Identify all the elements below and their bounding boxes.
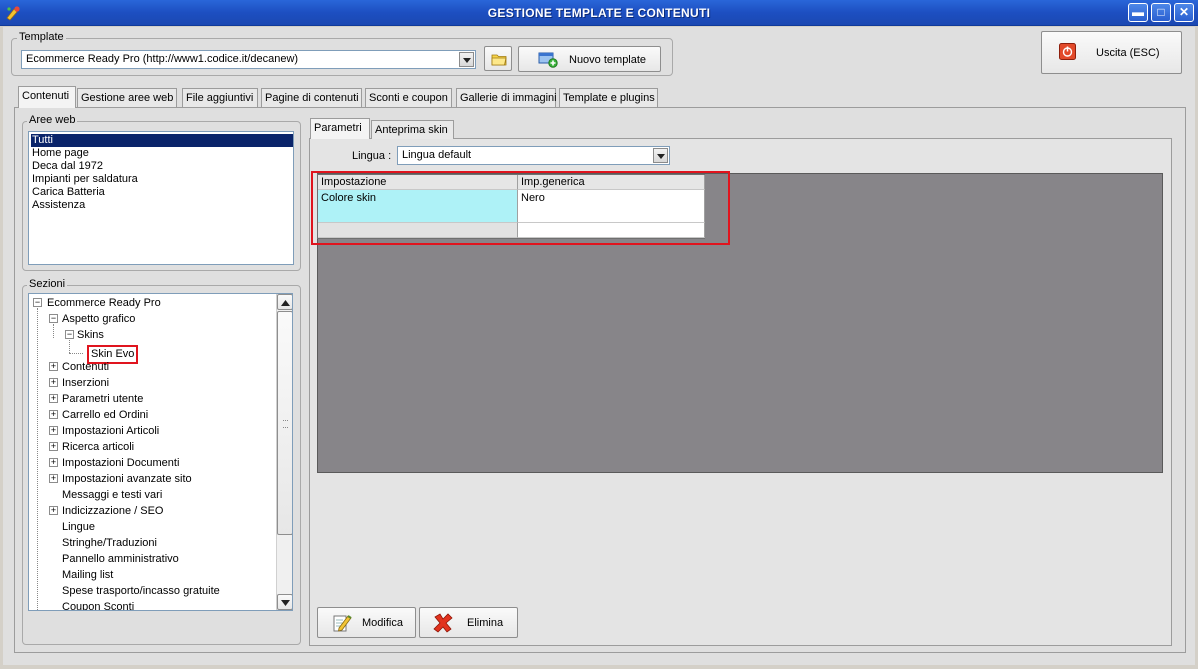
- elimina-button[interactable]: Elimina: [419, 607, 518, 638]
- tree-node-label: Inserzioni: [62, 377, 110, 389]
- expand-icon[interactable]: +: [49, 506, 58, 515]
- scroll-thumb[interactable]: [277, 311, 292, 535]
- sezioni-tree[interactable]: − Ecommerce Ready Pro − Aspetto grafico …: [28, 293, 293, 611]
- expand-icon[interactable]: +: [49, 394, 58, 403]
- exit-button[interactable]: Uscita (ESC): [1041, 31, 1182, 74]
- template-select-value: Ecommerce Ready Pro (http://www1.codice.…: [26, 53, 299, 65]
- aree-web-label: Aree web: [27, 114, 78, 126]
- list-item[interactable]: Impianti per saldatura: [31, 173, 138, 186]
- maximize-button[interactable]: □: [1151, 3, 1171, 22]
- open-folder-button[interactable]: [484, 46, 512, 71]
- expand-icon[interactable]: +: [49, 458, 58, 467]
- add-window-icon: [538, 52, 558, 68]
- expand-icon[interactable]: +: [49, 442, 58, 451]
- grip-icon: [283, 420, 288, 428]
- subtab-anteprima-skin[interactable]: Anteprima skin: [371, 120, 454, 139]
- tab-file-aggiuntivi[interactable]: File aggiuntivi: [182, 88, 258, 107]
- tab-template-e-plugins[interactable]: Template e plugins: [559, 88, 658, 107]
- expand-icon[interactable]: +: [49, 426, 58, 435]
- power-icon: [1059, 43, 1076, 60]
- minimize-button[interactable]: ▬: [1128, 3, 1148, 22]
- title-bar: GESTIONE TEMPLATE E CONTENUTI ▬ □ ✕: [0, 0, 1198, 26]
- tree-node-label: Lingue: [62, 521, 96, 533]
- collapse-icon[interactable]: −: [65, 330, 74, 339]
- tab-pagine-di-contenuti[interactable]: Pagine di contenuti: [261, 88, 362, 107]
- tree-node-label: Mailing list: [62, 569, 114, 581]
- expand-icon[interactable]: +: [49, 474, 58, 483]
- subtab-parametri[interactable]: Parametri: [310, 118, 370, 139]
- modifica-button[interactable]: Modifica: [317, 607, 416, 638]
- tree-node-label: Impostazioni Documenti: [62, 457, 180, 469]
- tree-node-label: Ricerca articoli: [62, 441, 135, 453]
- lingua-select[interactable]: Lingua default: [397, 146, 670, 165]
- list-item[interactable]: Home page: [31, 147, 89, 160]
- sezioni-label: Sezioni: [27, 278, 68, 290]
- elimina-label: Elimina: [467, 617, 504, 629]
- scroll-down-button[interactable]: [277, 594, 292, 610]
- arrow-up-icon: [281, 300, 290, 306]
- template-select[interactable]: Ecommerce Ready Pro (http://www1.codice.…: [21, 50, 476, 69]
- tree-guide-line: [69, 340, 70, 353]
- list-item[interactable]: Assistenza: [31, 199, 85, 212]
- template-group-label: Template: [17, 31, 66, 43]
- tree-node-label: Skin Evo: [91, 348, 135, 360]
- lingua-label: Lingua :: [352, 150, 392, 162]
- expand-icon[interactable]: +: [49, 378, 58, 387]
- window-title: GESTIONE TEMPLATE E CONTENUTI: [487, 6, 711, 20]
- arrow-down-icon: [281, 600, 290, 606]
- tree-node-label: Parametri utente: [62, 393, 144, 405]
- exit-label: Uscita (ESC): [1096, 47, 1160, 59]
- tree-node-label: Impostazioni Articoli: [62, 425, 160, 437]
- tree-node-label: Pannello amministrativo: [62, 553, 179, 565]
- tree-guide-line: [53, 324, 54, 338]
- tree-node-label: Indicizzazione / SEO: [62, 505, 164, 517]
- tree-node-label: Contenuti: [62, 361, 110, 373]
- list-item[interactable]: Deca dal 1972: [31, 160, 103, 173]
- edit-icon: [333, 615, 352, 632]
- tree-node-label: Carrello ed Ordini: [62, 409, 149, 421]
- collapse-icon[interactable]: −: [33, 298, 42, 307]
- tree-scrollbar[interactable]: [276, 294, 292, 610]
- tab-gestione-aree-web[interactable]: Gestione aree web: [77, 88, 177, 107]
- delete-icon: [433, 613, 453, 633]
- chevron-down-icon[interactable]: [653, 148, 668, 163]
- list-item[interactable]: Tutti: [31, 134, 293, 147]
- tree-guide-line: [69, 353, 83, 354]
- chevron-down-icon[interactable]: [459, 52, 474, 67]
- lingua-select-value: Lingua default: [402, 149, 472, 161]
- tree-node-label: Skins: [77, 329, 104, 341]
- tree-node-label: Impostazioni avanzate sito: [62, 473, 192, 485]
- list-item[interactable]: Carica Batteria: [31, 186, 105, 199]
- tab-gallerie-di-immagini[interactable]: Gallerie di immagini: [456, 88, 557, 107]
- folder-icon: [491, 54, 507, 66]
- modifica-label: Modifica: [362, 617, 403, 629]
- highlight-box: [311, 171, 730, 245]
- close-button[interactable]: ✕: [1174, 3, 1194, 22]
- tree-node-label: Aspetto grafico: [62, 313, 136, 325]
- expand-icon[interactable]: +: [49, 362, 58, 371]
- tree-node-label: Messaggi e testi vari: [62, 489, 163, 501]
- tree-node-label: Spese trasporto/incasso gratuite: [62, 585, 220, 597]
- tree-node-label: Stringhe/Traduzioni: [62, 537, 157, 549]
- new-template-button[interactable]: Nuovo template: [518, 46, 661, 72]
- new-template-label: Nuovo template: [569, 54, 647, 66]
- tree-node-label: Ecommerce Ready Pro: [47, 297, 161, 309]
- tree-guide-line: [37, 308, 38, 610]
- scroll-up-button[interactable]: [277, 294, 292, 310]
- aree-web-list[interactable]: Tutti Home page Deca dal 1972 Impianti p…: [28, 131, 294, 265]
- expand-icon[interactable]: +: [49, 410, 58, 419]
- tab-contenuti[interactable]: Contenuti: [18, 86, 76, 108]
- tab-sconti-e-coupon[interactable]: Sconti e coupon: [365, 88, 452, 107]
- collapse-icon[interactable]: −: [49, 314, 58, 323]
- tree-node-label: Coupon Sconti: [62, 601, 135, 611]
